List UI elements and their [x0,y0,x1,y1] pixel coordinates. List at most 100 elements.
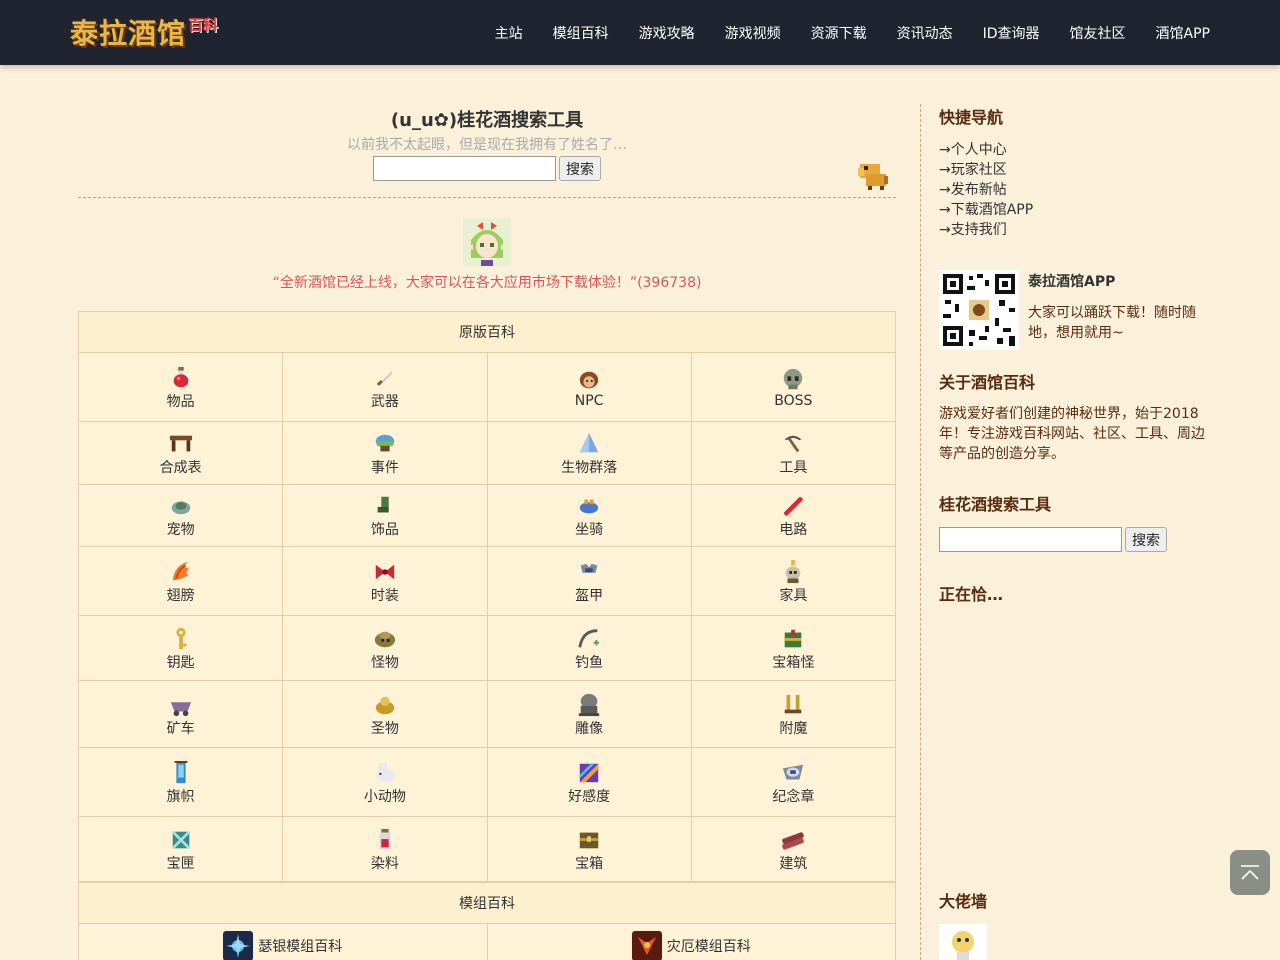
category-cell[interactable]: 翅膀 [77,546,284,616]
rainbow-icon [579,763,599,782]
armor-icon [580,563,598,573]
category-cell[interactable]: 合成表 [77,421,284,485]
mod-thorium-label: 瑟银模组百科 [258,938,343,955]
search-tool-subtitle: 以前我不太起眼，但是现在我拥有了姓名了… [347,137,627,153]
category-cell[interactable]: 物品 [77,352,284,422]
quick-link-community[interactable]: →玩家社区 [939,160,1211,180]
vanilla-wiki-table: 原版百科 物品 武器 NPC BOSS 合成表 事件 生物群落 工具宠物 饰品 坐骑 电路翅膀 时装 盔… [77,311,897,882]
nav-downloads[interactable]: 资源下载 [811,23,867,43]
category-cell[interactable]: 家具 [690,546,897,616]
category-cell[interactable]: NPC [486,352,692,422]
quick-nav-title: 快捷导航 [939,108,1004,127]
category-cell[interactable]: 钥匙 [77,615,284,681]
nav-guides[interactable]: 游戏攻略 [639,23,695,43]
nav-videos[interactable]: 游戏视频 [725,23,781,43]
boots-icon [377,496,389,513]
sidebar-search-button[interactable]: 搜索 [1125,527,1167,552]
category-cell[interactable]: 纪念章 [690,747,897,817]
dye-icon [379,828,391,849]
category-cell[interactable]: 武器 [282,352,488,422]
nav-mod-wiki[interactable]: 模组百科 [553,23,609,43]
category-label: 染料 [370,855,399,872]
search-tool-header: (u_u✿)桂花酒搜索工具 以前我不太起眼，但是现在我拥有了姓名了… 搜索 [78,100,896,198]
category-cell[interactable]: 怪物 [282,615,488,681]
category-cell[interactable]: BOSS [690,352,897,422]
category-label: BOSS [774,392,813,409]
wings-icon [172,561,189,580]
category-cell[interactable]: 矿车 [77,680,284,748]
enchant-icon [785,694,802,713]
nav-id-lookup[interactable]: ID查询器 [983,23,1040,43]
category-cell[interactable]: 事件 [282,421,488,485]
category-cell[interactable]: 时装 [282,546,488,616]
main-content: (u_u✿)桂花酒搜索工具 以前我不太起眼，但是现在我拥有了姓名了… 搜索 “全… [77,100,897,960]
wood-icon [782,831,805,850]
category-cell[interactable]: 坐骑 [486,484,692,547]
category-cell[interactable]: 生物群落 [486,421,692,485]
sidebar-search: 搜索 [939,527,1211,552]
nav-community[interactable]: 馆友社区 [1070,23,1126,43]
crystal-icon [579,432,599,452]
nav-news[interactable]: 资讯动态 [897,23,953,43]
minecart-icon [170,701,191,716]
back-to-top-button[interactable] [1230,850,1270,895]
category-cell[interactable]: 宠物 [77,484,284,547]
sidebar-search-input[interactable] [939,527,1122,552]
category-cell[interactable]: 旗帜 [77,747,284,817]
quick-link-profile[interactable]: →个人中心 [939,140,1211,160]
category-label: 武器 [370,393,399,410]
category-label: 钓鱼 [575,654,604,671]
search-input[interactable] [373,156,556,181]
logo-text: 泰拉酒馆 [70,17,187,50]
category-label: 事件 [370,459,399,476]
nav-home[interactable]: 主站 [495,23,523,43]
wall-avatar[interactable] [939,924,987,960]
vanilla-wiki-heading: 原版百科 [78,311,896,353]
arrow-up-icon [1241,864,1259,880]
category-cell[interactable]: 雕像 [486,680,692,748]
mount-icon [579,499,599,514]
nav-app[interactable]: 酒馆APP [1156,23,1210,43]
mimic-icon [785,629,802,647]
qr-code-icon [939,270,1019,350]
category-label: 宠物 [166,522,195,538]
category-row: 物品 武器 NPC BOSS [77,352,897,422]
category-cell[interactable]: 电路 [690,484,897,547]
category-label: 宝匣 [166,855,195,872]
category-cell[interactable]: 宝箱 [486,816,692,882]
category-cell[interactable]: 染料 [282,816,488,882]
search-button[interactable]: 搜索 [559,156,601,181]
quick-link-download-app[interactable]: →下载酒馆APP [939,200,1211,220]
calamity-icon [631,930,662,960]
event-icon [375,434,395,451]
category-cell[interactable]: 宝匣 [77,816,284,882]
top-navbar: 泰拉酒馆 百科 主站 模组百科 游戏攻略 游戏视频 资源下载 资讯动态 ID查询… [0,0,1280,65]
main-nav: 主站 模组百科 游戏攻略 游戏视频 资源下载 资讯动态 ID查询器 馆友社区 酒… [465,0,1210,65]
site-logo[interactable]: 泰拉酒馆 百科 [70,12,218,52]
search-row: 搜索 [78,156,896,181]
mod-calamity[interactable]: 灾厄模组百科 [486,923,896,960]
mod-calamity-label: 灾厄模组百科 [666,938,751,955]
category-label: 时装 [370,587,399,604]
category-cell[interactable]: 好感度 [486,747,692,817]
key-icon [176,627,187,649]
category-row: 宠物 饰品 坐骑 电路 [77,484,897,547]
category-cell[interactable]: 附魔 [690,680,897,748]
bunny-icon [376,762,396,782]
category-label: 生物群落 [561,459,618,476]
category-cell[interactable]: 建筑 [690,816,897,882]
quick-link-new-post[interactable]: →发布新帖 [939,180,1211,200]
category-cell[interactable]: 圣物 [282,680,488,748]
category-cell[interactable]: 钓鱼 [486,615,692,681]
logo-badge: 百科 [188,15,219,34]
category-label: 盔甲 [575,587,604,604]
category-cell[interactable]: 饰品 [282,484,488,547]
category-cell[interactable]: 宝箱怪 [690,615,897,681]
category-cell[interactable]: 盔甲 [486,546,692,616]
quick-link-support[interactable]: →支持我们 [939,220,1211,240]
category-cell[interactable]: 小动物 [282,747,488,817]
category-cell[interactable]: 工具 [690,421,897,485]
category-row: 矿车 圣物 雕像 附魔 [77,680,897,748]
category-label: 电路 [779,522,808,538]
mod-thorium[interactable]: 瑟银模组百科 [78,923,488,960]
